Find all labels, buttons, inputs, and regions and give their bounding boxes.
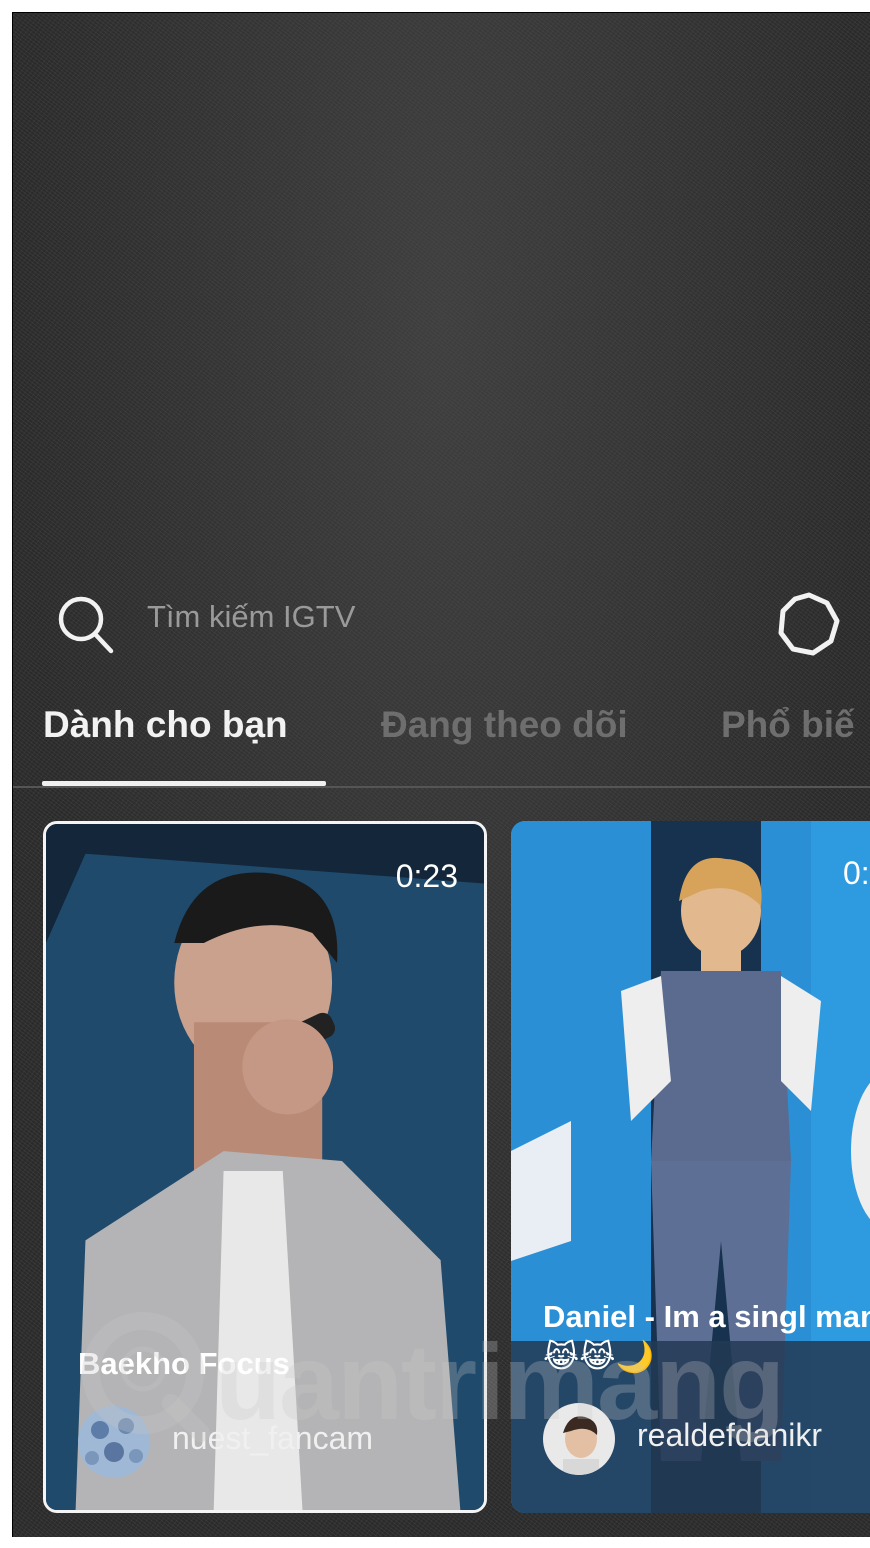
owner-username[interactable]: realdefdanikr — [637, 1417, 822, 1454]
search-icon[interactable] — [51, 589, 121, 659]
tab-bar: Dành cho bạn Đang theo dõi Phổ biế — [13, 695, 870, 787]
video-card[interactable]: 0: Daniel - Im a singl man 😹😹🌙 realdefda… — [511, 821, 870, 1513]
tab-following[interactable]: Đang theo dõi — [381, 695, 628, 755]
settings-gear-icon[interactable] — [773, 589, 845, 661]
owner-username[interactable]: nuest_fancam — [172, 1420, 373, 1457]
video-title: Daniel - Im a singl man 😹😹🌙 — [543, 1299, 870, 1374]
video-duration: 0:23 — [395, 858, 458, 894]
igtv-screen: Dành cho bạn Đang theo dõi Phổ biế 0:23 … — [12, 12, 870, 1537]
search-input[interactable] — [147, 595, 707, 639]
tab-for-you[interactable]: Dành cho bạn — [43, 695, 288, 755]
video-duration: 0: — [843, 855, 870, 891]
avatar[interactable] — [78, 1406, 150, 1478]
search-bar[interactable] — [51, 585, 870, 656]
tab-divider — [13, 786, 870, 788]
video-title: Baekho Focus — [78, 1346, 290, 1381]
avatar[interactable] — [543, 1403, 615, 1475]
tab-popular[interactable]: Phổ biế — [721, 695, 855, 755]
video-card[interactable]: 0:23 Baekho Focus nuest_fancam — [43, 821, 487, 1513]
